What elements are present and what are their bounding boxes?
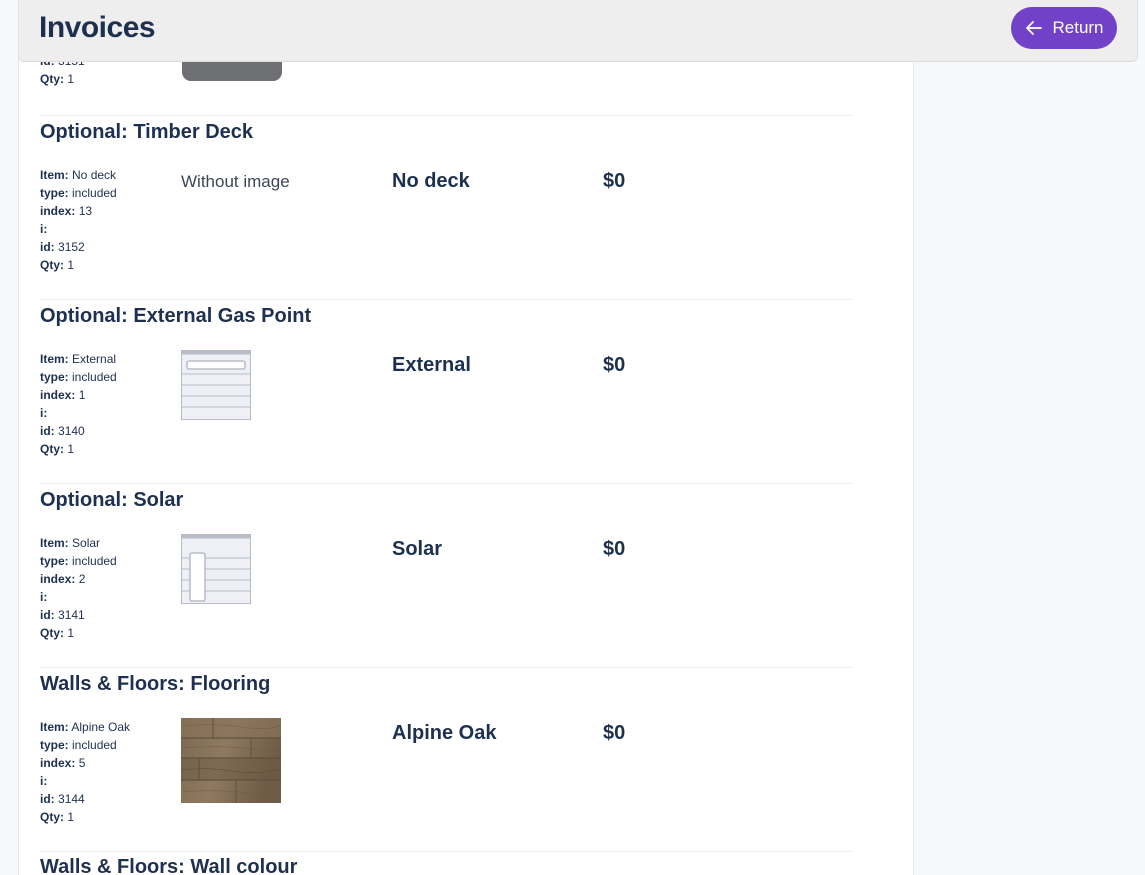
divider xyxy=(40,299,853,300)
section-wall-colour: Walls & Floors: Wall colour xyxy=(40,856,853,875)
item-price: $0 xyxy=(603,170,626,192)
divider xyxy=(40,851,853,852)
return-label: Return xyxy=(1052,18,1104,37)
section-flooring: Walls & Floors: Flooring Item: Alpine Oa… xyxy=(40,673,853,833)
wood-flooring-swatch xyxy=(181,718,281,803)
divider xyxy=(40,115,853,116)
item-meta: Item: External type: included index: 1 i… xyxy=(40,352,117,456)
item-name: No deck xyxy=(392,170,470,192)
header-bar: Invoices Return xyxy=(18,0,1138,62)
no-image-text: Without image xyxy=(181,172,290,191)
section-timber-deck: Optional: Timber Deck Item: No deck type… xyxy=(40,121,853,281)
section-title: Optional: Timber Deck xyxy=(40,121,254,143)
return-button[interactable]: Return xyxy=(1011,7,1117,49)
item-price: $0 xyxy=(603,354,626,376)
item-meta: Item: Solar type: included index: 2 i: i… xyxy=(40,536,117,640)
gas-point-icon xyxy=(181,350,251,420)
section-solar: Optional: Solar Item: Solar type: includ… xyxy=(40,489,853,649)
divider xyxy=(40,483,853,484)
section-title: Optional: Solar xyxy=(40,489,184,511)
section-title: Optional: External Gas Point xyxy=(40,305,312,327)
item-name: Solar xyxy=(392,538,443,560)
item-meta: Item: Alpine Oak type: included index: 5… xyxy=(40,720,131,824)
section-title: Walls & Floors: Flooring xyxy=(40,673,271,695)
divider xyxy=(40,667,853,668)
section-external-gas-point: Optional: External Gas Point Item: Exter… xyxy=(40,305,853,465)
right-column xyxy=(914,0,1145,875)
item-price: $0 xyxy=(603,538,626,560)
page-title: Invoices xyxy=(39,11,156,44)
item-name: Alpine Oak xyxy=(392,722,497,744)
item-price: $0 xyxy=(603,722,626,744)
arrow-left-icon xyxy=(1026,21,1043,35)
item-name: External xyxy=(392,354,471,376)
solar-icon xyxy=(181,534,251,604)
section-title: Walls & Floors: Wall colour xyxy=(40,856,298,875)
item-meta: Item: No deck type: included index: 13 i… xyxy=(40,168,117,272)
